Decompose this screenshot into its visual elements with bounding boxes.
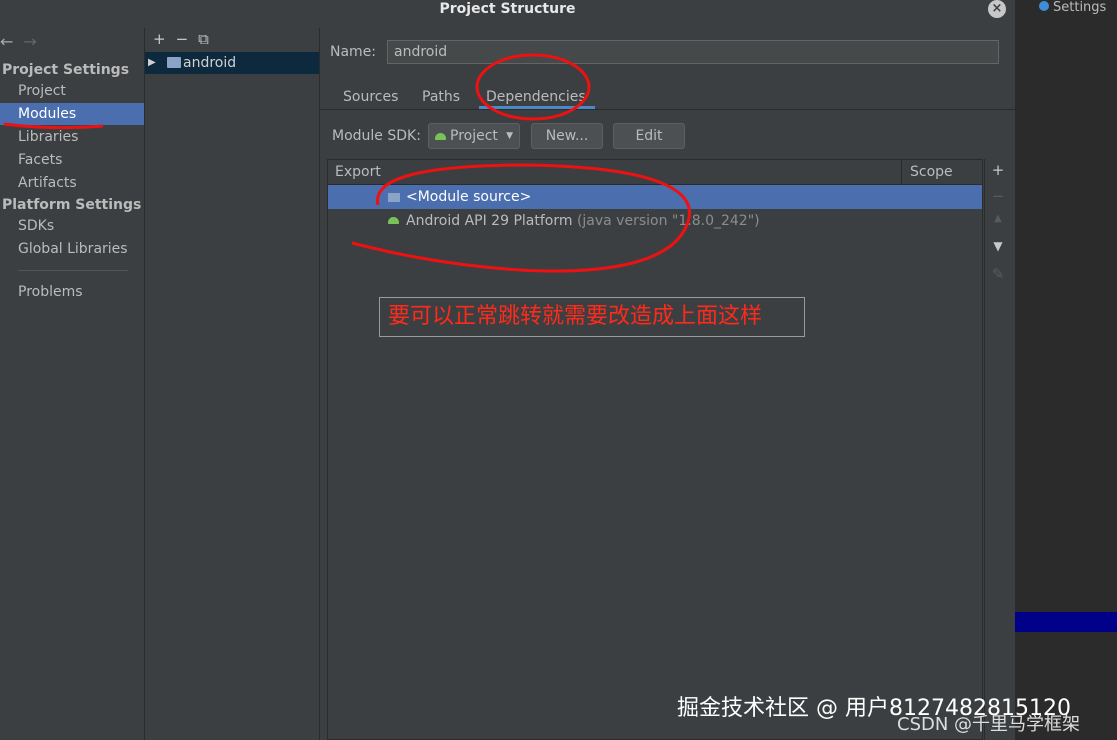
background-highlight-bar: [1015, 612, 1117, 632]
module-folder-icon: [167, 57, 181, 68]
project-settings-header: Project Settings: [2, 62, 130, 78]
watermark-csdn: CSDN @千里马学框架: [897, 714, 1081, 735]
move-down-icon[interactable]: ▼: [990, 239, 1006, 253]
sidebar-item-facets[interactable]: Facets: [0, 149, 144, 171]
java-version-text: (java version "1.8.0_242"): [576, 213, 760, 229]
table-header: Export Scope: [328, 160, 982, 185]
add-dependency-icon[interactable]: +: [990, 161, 1006, 179]
name-label: Name:: [330, 44, 377, 60]
sidebar-item-sdks[interactable]: SDKs: [0, 215, 144, 237]
forward-arrow-icon[interactable]: →: [23, 32, 36, 51]
sidebar-divider: [18, 270, 128, 271]
module-source-folder-icon: [388, 193, 400, 202]
nav-arrows: ← →: [0, 32, 47, 51]
remove-module-icon[interactable]: −: [176, 30, 189, 48]
sidebar-item-artifacts[interactable]: Artifacts: [0, 172, 144, 194]
module-sdk-label: Module SDK:: [332, 128, 421, 144]
chevron-down-icon: ▼: [506, 131, 513, 141]
background-tab-label: Settings: [1053, 0, 1107, 15]
platform-settings-header: Platform Settings: [2, 197, 142, 213]
tabs-divider: [320, 109, 1015, 110]
annotation-note: 要可以正常跳转就需要改造成上面这样: [379, 297, 805, 337]
module-name-field[interactable]: android: [387, 40, 999, 64]
background-window: Settings: [1015, 0, 1117, 740]
move-up-icon[interactable]: ▲: [990, 213, 1006, 224]
module-sdk-select[interactable]: Project ▼: [428, 123, 520, 149]
tree-node-android[interactable]: ▶ android: [145, 52, 319, 74]
background-tab: Settings: [1039, 0, 1106, 15]
window-titlebar: Project Structure: [0, 0, 1015, 28]
tab-paths[interactable]: Paths: [422, 86, 460, 108]
module-details: Name: android Sources Paths Dependencies…: [320, 28, 1015, 740]
column-export[interactable]: Export: [335, 160, 381, 184]
back-arrow-icon[interactable]: ←: [0, 32, 13, 51]
tab-sources[interactable]: Sources: [343, 86, 398, 108]
android-icon: [388, 217, 399, 241]
remove-dependency-icon[interactable]: −: [990, 187, 1006, 205]
module-tree-panel: + − ⧉ ▶ android: [145, 28, 320, 740]
column-scope[interactable]: Scope: [901, 160, 990, 184]
copy-module-icon[interactable]: ⧉: [198, 30, 209, 48]
sidebar-item-project[interactable]: Project: [0, 80, 144, 102]
sidebar-item-global-libraries[interactable]: Global Libraries: [0, 238, 144, 260]
dependency-toolbar: + − ▲ ▼ ✎: [984, 159, 1010, 740]
expand-arrow-icon[interactable]: ▶: [148, 52, 156, 74]
tree-toolbar: + − ⧉: [153, 30, 219, 48]
settings-sidebar: ← → Project Settings Project Modules Libr…: [0, 28, 145, 740]
edit-dependency-icon[interactable]: ✎: [990, 265, 1006, 283]
android-icon: [435, 132, 446, 140]
dependency-label: Android API 29 Platform: [406, 213, 573, 229]
sidebar-item-libraries[interactable]: Libraries: [0, 126, 144, 148]
dependencies-table: Export Scope <Module source> Android API…: [327, 159, 983, 740]
sidebar-item-problems[interactable]: Problems: [0, 281, 144, 303]
edit-sdk-button[interactable]: Edit: [613, 123, 685, 149]
settings-icon: [1039, 1, 1049, 11]
window-title: Project Structure: [439, 1, 576, 17]
table-row[interactable]: Android API 29 Platform (java version "1…: [328, 209, 982, 233]
dependency-label: <Module source>: [406, 189, 532, 205]
tree-node-label: android: [183, 55, 237, 71]
module-sdk-value: Project: [450, 128, 498, 144]
add-module-icon[interactable]: +: [153, 30, 166, 48]
tab-dependencies[interactable]: Dependencies: [486, 86, 586, 108]
table-row[interactable]: <Module source>: [328, 185, 982, 209]
close-icon[interactable]: ×: [988, 0, 1006, 18]
sidebar-item-modules[interactable]: Modules: [0, 103, 144, 125]
new-sdk-button[interactable]: New...: [531, 123, 603, 149]
